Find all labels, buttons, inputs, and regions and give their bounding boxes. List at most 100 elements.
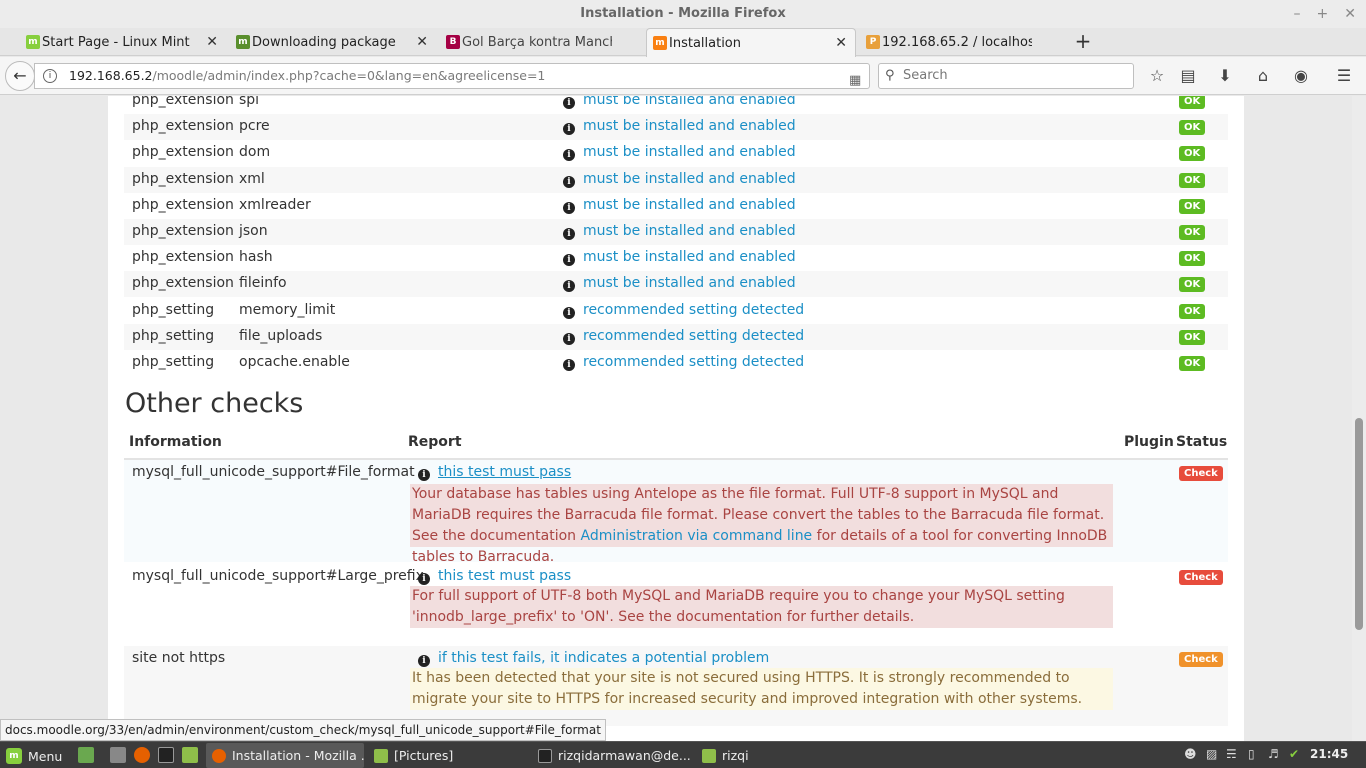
- tab-barca[interactable]: B Gol Barça kontra Manchester: [440, 28, 646, 56]
- back-button[interactable]: ←: [5, 61, 35, 91]
- check-type: php_setting: [132, 354, 215, 370]
- site-info-icon[interactable]: i: [43, 69, 57, 83]
- report-link[interactable]: i must be installed and enabled: [563, 144, 796, 161]
- status-badge: Check: [1179, 570, 1223, 585]
- report-link[interactable]: i recommended setting detected: [563, 328, 804, 345]
- info-icon: i: [563, 123, 575, 135]
- status-badge: Check: [1179, 466, 1223, 481]
- url-bar[interactable]: i 192.168.65.2/moodle/admin/index.php?ca…: [34, 63, 870, 89]
- home-icon[interactable]: ⌂: [1253, 66, 1273, 86]
- start-menu-button[interactable]: m Menu: [6, 746, 62, 766]
- moodle-icon: m: [236, 35, 250, 49]
- close-tab-icon[interactable]: ✕: [206, 34, 218, 50]
- tab-title: Gol Barça kontra Manchester: [462, 34, 612, 50]
- search-placeholder: Search: [903, 68, 948, 83]
- minimize-icon[interactable]: –: [1294, 0, 1301, 28]
- alert-message: Your database has tables using Antelope …: [410, 484, 1113, 565]
- show-desktop-icon[interactable]: [78, 747, 94, 763]
- tab-start-page[interactable]: m Start Page - Linux Mint ✕: [20, 28, 226, 56]
- table-row: php_extension pcre i must be installed and …: [124, 114, 1228, 140]
- taskbar-task-rizqi[interactable]: rizqi: [696, 743, 856, 768]
- vertical-scrollbar[interactable]: [1352, 96, 1366, 741]
- status-badge: OK: [1179, 304, 1206, 319]
- screenshot-icon[interactable]: [110, 747, 126, 763]
- window-titlebar: Installation - Mozilla Firefox – + ✕: [0, 0, 1366, 28]
- status-badge: OK: [1179, 225, 1206, 240]
- reading-list-icon[interactable]: ▤: [1178, 66, 1198, 86]
- keyboard-icon[interactable]: ▨: [1206, 747, 1217, 761]
- maximize-icon[interactable]: +: [1317, 0, 1329, 28]
- tab-downloading-package[interactable]: m Downloading package ✕: [230, 28, 436, 56]
- status-badge: OK: [1179, 199, 1206, 214]
- alert-message: It has been detected that your site is n…: [410, 668, 1113, 710]
- bookmark-star-icon[interactable]: ☆: [1147, 66, 1167, 86]
- report-link[interactable]: i must be installed and enabled: [563, 249, 796, 266]
- moodle-icon: m: [653, 36, 667, 50]
- close-tab-icon[interactable]: ✕: [835, 35, 847, 51]
- volume-icon[interactable]: ♬: [1268, 747, 1279, 761]
- check-type: php_extension: [132, 96, 234, 108]
- tab-title: Start Page - Linux Mint: [42, 34, 190, 50]
- downloads-icon[interactable]: ⬇: [1215, 66, 1235, 86]
- taskbar-task-pictures[interactable]: [Pictures]: [368, 743, 528, 768]
- report-link[interactable]: i if this test fails, it indicates a pote…: [418, 650, 769, 667]
- report-link[interactable]: i must be installed and enabled: [563, 171, 796, 188]
- navigation-toolbar: ← i 192.168.65.2/moodle/admin/index.php?…: [0, 57, 1366, 95]
- table-row: site not https i if this test fails, it i…: [124, 646, 1228, 726]
- info-icon: i: [563, 149, 575, 161]
- report-link[interactable]: i this test must pass: [418, 568, 571, 585]
- tab-installation[interactable]: m Installation ✕: [646, 28, 856, 57]
- url-host: 192.168.65.2: [69, 68, 153, 83]
- column-header-plugin: Plugin: [1124, 434, 1174, 450]
- scrollbar-thumb[interactable]: [1355, 418, 1363, 630]
- info-icon: i: [418, 469, 430, 481]
- firefox-launcher-icon[interactable]: [134, 747, 150, 763]
- check-name: hash: [239, 249, 273, 265]
- page-viewport: php_extension spl i must be installed and e…: [0, 96, 1366, 741]
- search-input[interactable]: ⚲ Search: [878, 63, 1134, 89]
- wifi-icon[interactable]: ☴: [1226, 747, 1237, 761]
- report-link[interactable]: i must be installed and enabled: [563, 197, 796, 214]
- page-content: php_extension spl i must be installed and e…: [108, 96, 1244, 741]
- report-link[interactable]: i must be installed and enabled: [563, 96, 796, 109]
- new-tab-button[interactable]: +: [1072, 28, 1094, 56]
- check-name: opcache.enable: [239, 354, 350, 370]
- check-type: php_extension: [132, 171, 234, 187]
- report-link[interactable]: i recommended setting detected: [563, 354, 804, 371]
- check-name: json: [239, 223, 268, 239]
- table-row: mysql_full_unicode_support#Large_prefix …: [124, 564, 1228, 644]
- info-icon: i: [563, 333, 575, 345]
- update-shield-icon[interactable]: ✔: [1289, 747, 1299, 761]
- taskbar-task-terminal[interactable]: rizqidarmawan@de...: [532, 743, 692, 768]
- user-icon[interactable]: ☻: [1184, 747, 1197, 761]
- check-name: memory_limit: [239, 302, 336, 318]
- report-link[interactable]: i recommended setting detected: [563, 302, 804, 319]
- status-badge: OK: [1179, 251, 1206, 266]
- status-badge: OK: [1179, 277, 1206, 292]
- table-row: php_extension fileinfo i must be installed …: [124, 271, 1228, 297]
- folder-icon: [374, 748, 388, 763]
- battery-icon[interactable]: ▯: [1248, 747, 1255, 761]
- check-type: php_extension: [132, 275, 234, 291]
- hamburger-menu-icon[interactable]: ☰: [1334, 66, 1354, 86]
- taskbar-task-firefox[interactable]: Installation - Mozilla ...: [206, 743, 364, 768]
- close-window-icon[interactable]: ✕: [1344, 0, 1356, 28]
- documentation-link[interactable]: Administration via command line: [580, 528, 812, 544]
- clock: 21:45: [1310, 747, 1349, 761]
- report-link[interactable]: i must be installed and enabled: [563, 275, 796, 292]
- reader-view-icon[interactable]: ▦: [849, 69, 861, 88]
- mint-logo-icon: m: [6, 748, 22, 764]
- status-badge: OK: [1179, 120, 1206, 135]
- report-link[interactable]: i must be installed and enabled: [563, 118, 796, 135]
- report-link[interactable]: i must be installed and enabled: [563, 223, 796, 240]
- check-name: xml: [239, 171, 265, 187]
- files-launcher-icon[interactable]: [182, 747, 198, 763]
- close-tab-icon[interactable]: ✕: [416, 34, 428, 50]
- check-type: php_extension: [132, 118, 234, 134]
- phpmyadmin-icon: P: [866, 35, 880, 49]
- terminal-launcher-icon[interactable]: [158, 747, 174, 763]
- tab-phpmyadmin[interactable]: P 192.168.65.2 / localhost | phpMyAdmin: [860, 28, 1066, 56]
- pocket-icon[interactable]: ◉: [1291, 66, 1311, 86]
- check-name: xmlreader: [239, 197, 311, 213]
- report-link[interactable]: i this test must pass: [418, 464, 571, 481]
